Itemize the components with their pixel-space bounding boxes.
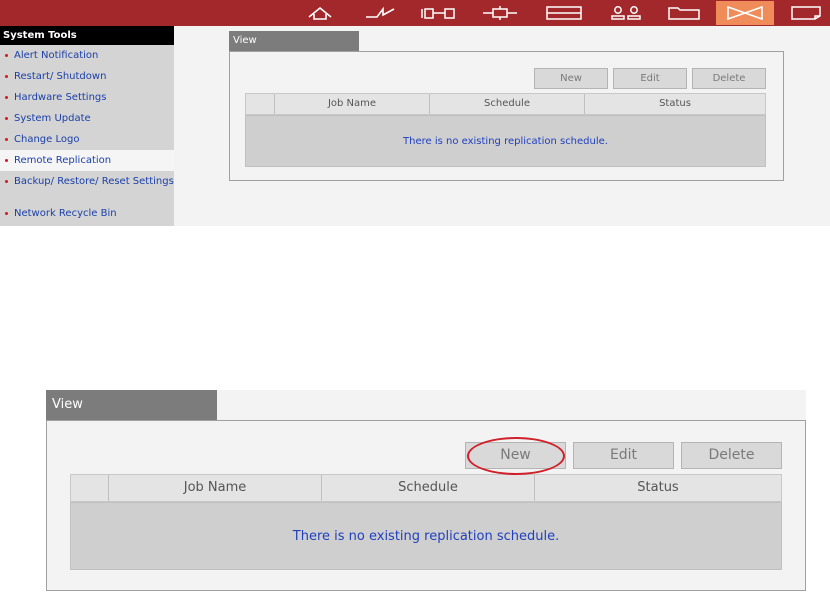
sidebar-item-remote-replication[interactable]: Remote Replication	[0, 150, 174, 171]
top-navigation-bar	[0, 0, 830, 26]
status-column-header: Status	[584, 94, 765, 114]
sidebar-item-restart-shutdown[interactable]: Restart/ Shutdown	[0, 66, 174, 87]
bullet-icon	[5, 117, 8, 120]
sidebar-item-hardware-settings[interactable]: Hardware Settings	[0, 87, 174, 108]
plugin-icon[interactable]	[474, 1, 526, 25]
log-icon[interactable]	[782, 1, 830, 25]
edit-button[interactable]: Edit	[573, 442, 674, 469]
select-column-header	[246, 94, 274, 114]
view-tab[interactable]: View	[46, 390, 217, 420]
sidebar-item-label: Hardware Settings	[14, 92, 107, 103]
job-name-column-header: Job Name	[108, 475, 321, 501]
edit-button[interactable]: Edit	[613, 68, 687, 89]
folder-icon[interactable]	[658, 1, 710, 25]
system-tools-icon[interactable]	[716, 1, 774, 25]
bullet-icon	[5, 159, 8, 162]
sidebar-item-label: Network Recycle Bin	[14, 208, 117, 219]
storage-icon[interactable]	[538, 1, 590, 25]
sidebar-item-label: Restart/ Shutdown	[14, 71, 107, 82]
network-icon[interactable]	[354, 1, 406, 25]
sidebar-header: System Tools	[0, 26, 174, 45]
select-column-header	[71, 475, 108, 501]
sidebar-item-system-update[interactable]: System Update	[0, 108, 174, 129]
sidebar-item-label: Change Logo	[14, 134, 80, 145]
sidebar-item-label: Backup/ Restore/ Reset Settings	[14, 176, 174, 187]
sidebar-item-network-recycle-bin[interactable]: Network Recycle Bin	[0, 203, 174, 224]
view-tab[interactable]: View	[229, 31, 359, 51]
sidebar-item-label: System Update	[14, 113, 91, 124]
top-screenshot: System Tools Alert Notification Restart/…	[0, 0, 830, 226]
bullet-icon	[5, 180, 8, 183]
bullet-icon	[5, 138, 8, 141]
job-name-column-header: Job Name	[274, 94, 429, 114]
status-column-header: Status	[534, 475, 781, 501]
sidebar-item-alert-notification[interactable]: Alert Notification	[0, 45, 174, 66]
sidebar-item-label: Alert Notification	[14, 50, 99, 61]
users-icon[interactable]	[600, 1, 652, 25]
sidebar-item-label: Remote Replication	[14, 155, 112, 166]
new-button-highlight-ring	[467, 437, 565, 475]
bullet-icon	[5, 54, 8, 57]
empty-table-message: There is no existing replication schedul…	[70, 502, 782, 570]
new-button[interactable]: New	[534, 68, 608, 89]
schedule-column-header: Schedule	[321, 475, 534, 501]
bullet-icon	[5, 75, 8, 78]
empty-table-message: There is no existing replication schedul…	[245, 115, 766, 167]
schedule-column-header: Schedule	[429, 94, 584, 114]
delete-button[interactable]: Delete	[692, 68, 766, 89]
home-icon[interactable]	[294, 1, 346, 25]
bullet-icon	[5, 96, 8, 99]
bullet-icon	[5, 212, 8, 215]
device-icon[interactable]	[414, 1, 466, 25]
table-header: Job Name Schedule Status	[70, 474, 782, 502]
sidebar: System Tools Alert Notification Restart/…	[0, 26, 174, 226]
sidebar-item-change-logo[interactable]: Change Logo	[0, 129, 174, 150]
sidebar-item-backup-restore-reset[interactable]: Backup/ Restore/ Reset Settings	[0, 171, 174, 203]
table-header: Job Name Schedule Status	[245, 93, 766, 115]
delete-button[interactable]: Delete	[681, 442, 782, 469]
